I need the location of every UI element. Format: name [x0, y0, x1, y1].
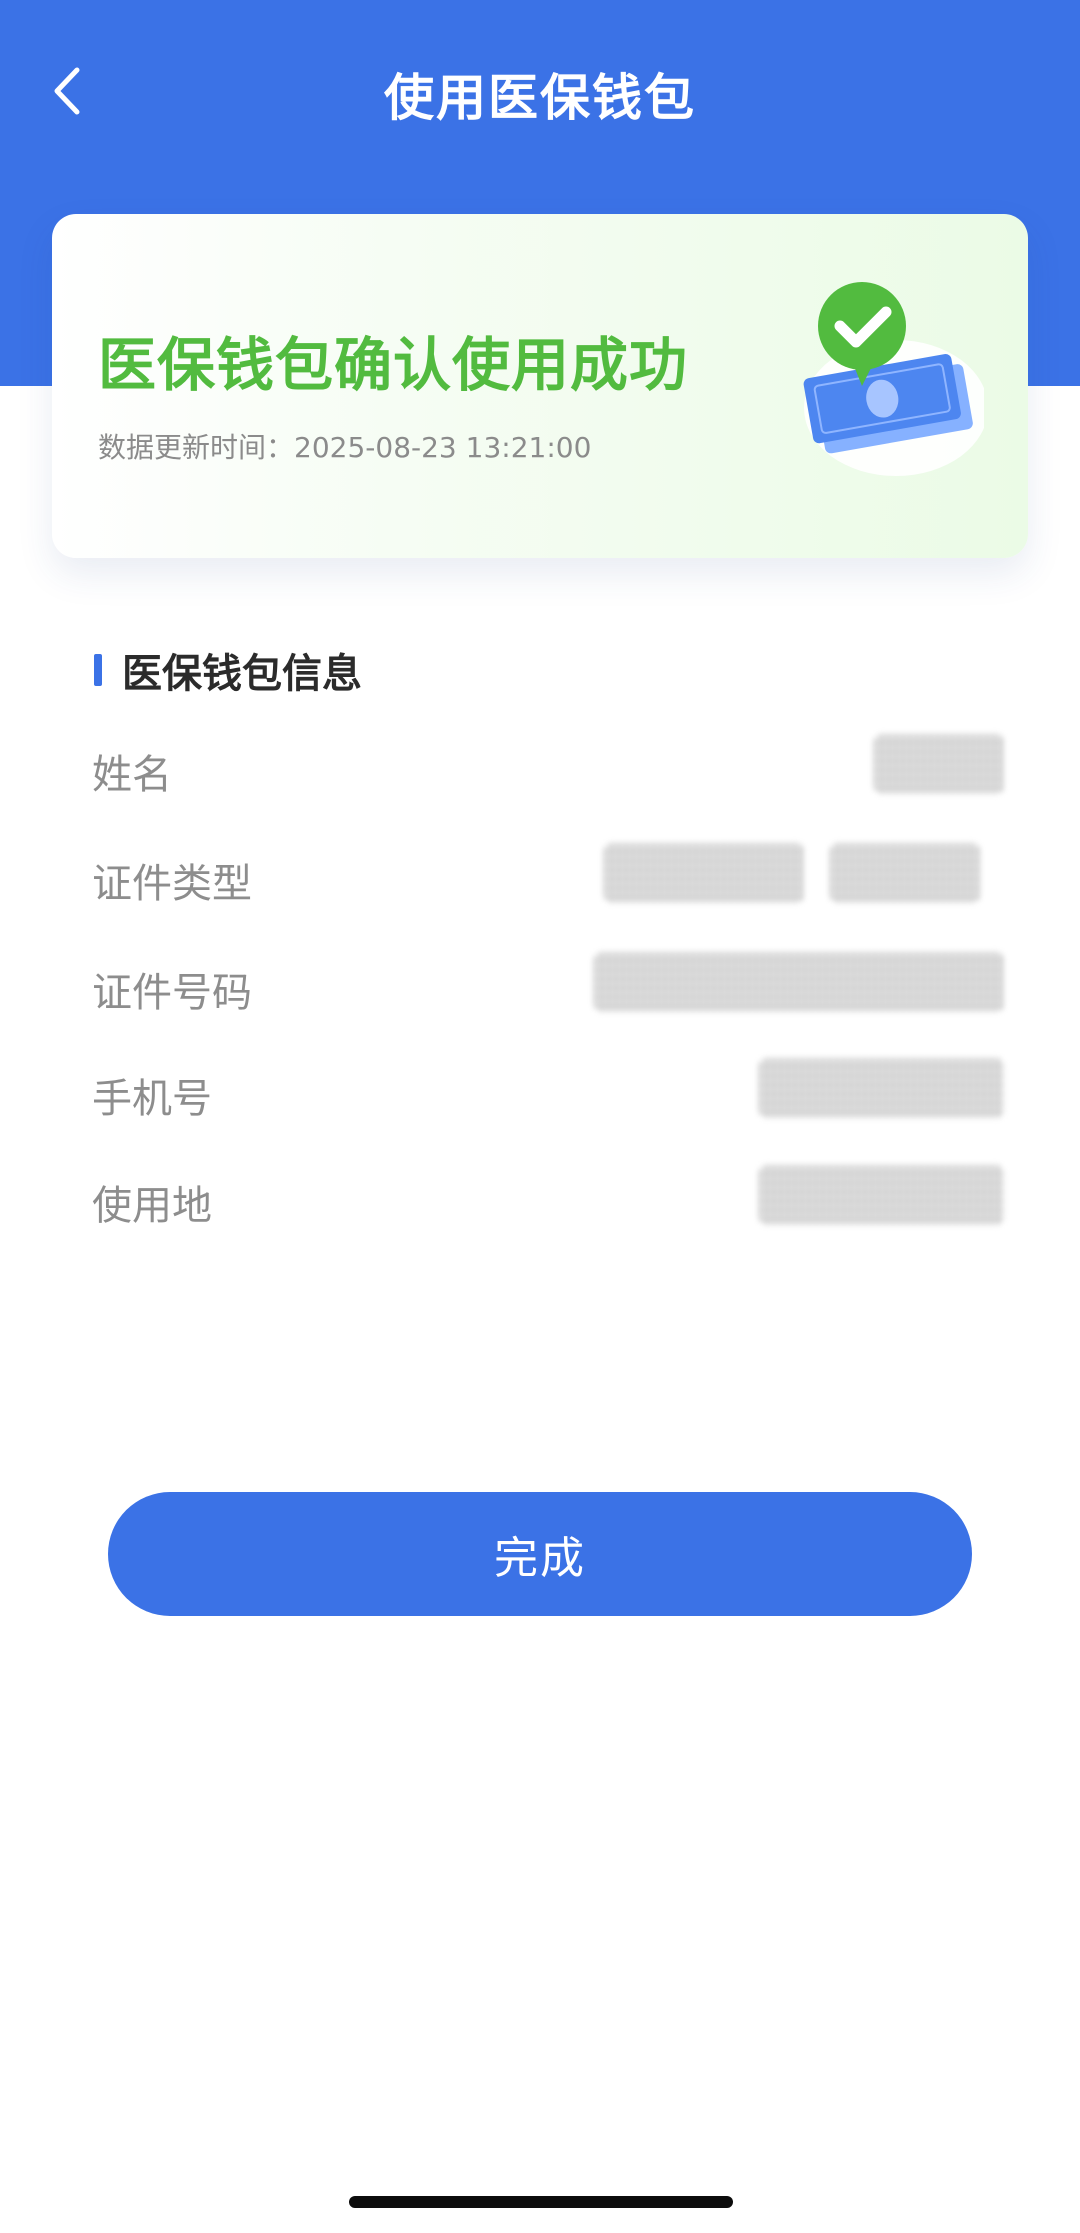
- status-card: 医保钱包确认使用成功 数据更新时间：2025-08-23 13:21:00: [52, 214, 1028, 558]
- status-title: 医保钱包确认使用成功: [98, 331, 689, 399]
- done-button[interactable]: 完成: [108, 1492, 972, 1616]
- info-row-location: 使用地: [92, 1165, 1004, 1229]
- home-indicator[interactable]: [349, 2196, 733, 2208]
- info-label: 证件号码: [92, 970, 252, 1016]
- info-label: 手机号: [92, 1076, 212, 1122]
- redacted-value: [759, 1165, 1004, 1225]
- info-row-id-number: 证件号码: [92, 952, 1004, 1016]
- info-label: 证件类型: [92, 861, 252, 907]
- update-time-value: 2025-08-23 13:21:00: [294, 431, 592, 464]
- info-row-phone: 手机号: [92, 1058, 1004, 1122]
- redacted-value: [604, 843, 1004, 903]
- redacted-value: [594, 952, 1004, 1012]
- navigation-bar: 使用医保钱包: [0, 30, 1080, 150]
- section-title: 医保钱包信息: [122, 651, 362, 697]
- update-time-row: 数据更新时间：2025-08-23 13:21:00: [98, 426, 591, 466]
- redacted-block: [874, 734, 1004, 794]
- check-wallet-icon: [803, 282, 984, 476]
- section-header: 医保钱包信息: [94, 645, 362, 697]
- redacted-value: [874, 734, 1004, 794]
- info-row-name: 姓名: [92, 734, 1004, 798]
- info-row-id-type: 证件类型: [92, 843, 1004, 907]
- redacted-value: [759, 1058, 1004, 1118]
- update-time-label: 数据更新时间：: [98, 431, 295, 464]
- redacted-block: [830, 843, 980, 903]
- redacted-block: [759, 1165, 1004, 1225]
- redacted-block: [759, 1058, 1004, 1118]
- section-accent-bar: [94, 654, 102, 686]
- info-label: 使用地: [92, 1183, 212, 1229]
- info-label: 姓名: [92, 752, 172, 798]
- redacted-block: [604, 843, 804, 903]
- page-title: 使用医保钱包: [384, 69, 696, 127]
- redacted-block: [594, 952, 1004, 1012]
